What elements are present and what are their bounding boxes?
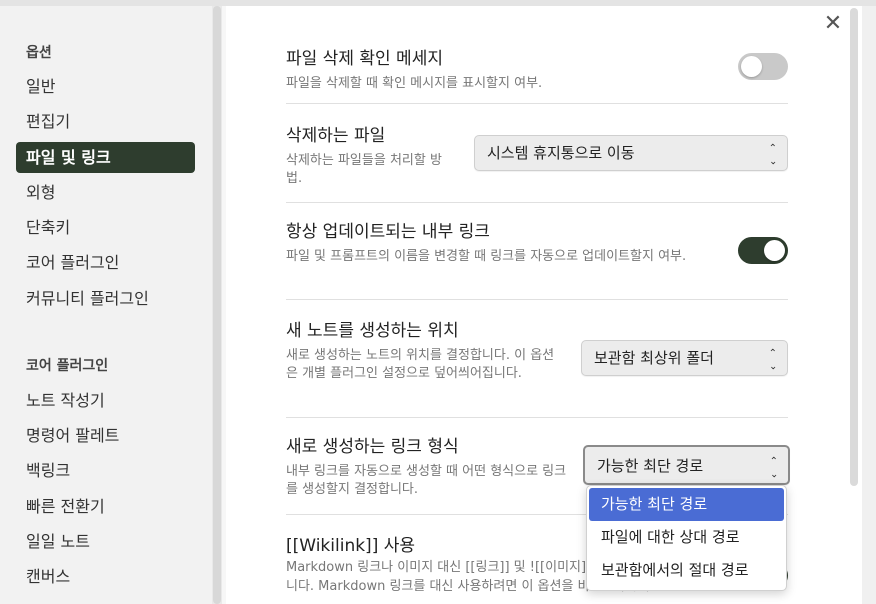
sidebar-item-command-palette[interactable]: 명령어 팔레트: [16, 420, 195, 451]
chevron-up-down-icon: ⌃ ⌃: [768, 143, 777, 165]
new-note-location-select[interactable]: 보관함 최상위 폴더 ⌃ ⌃: [581, 340, 788, 376]
new-link-format-select[interactable]: 가능한 최단 경로 ⌃ ⌃: [583, 445, 790, 485]
content-scrollbar[interactable]: [846, 6, 862, 604]
chevron-up-down-icon: ⌃ ⌃: [769, 456, 778, 478]
sidebar-item-note-composer[interactable]: 노트 작성기: [16, 385, 195, 416]
toggle-knob: [764, 240, 785, 261]
auto-update-links-toggle[interactable]: [738, 237, 788, 264]
sidebar-item-general[interactable]: 일반: [16, 71, 195, 102]
select-value: 가능한 최단 경로: [597, 457, 704, 475]
sidebar-item-editor[interactable]: 편집기: [16, 106, 195, 137]
deleted-files-select[interactable]: 시스템 휴지통으로 이동 ⌃ ⌃: [474, 135, 788, 171]
sidebar-item-canvas[interactable]: 캔버스: [16, 561, 195, 592]
setting-description: 내부 링크를 자동으로 생성할 때 어떤 형식으로 링크를 생성할지 결정합니다…: [286, 464, 567, 497]
divider: [286, 202, 788, 203]
chevron-up-down-icon: ⌃ ⌃: [768, 348, 777, 370]
setting-auto-update-links: 항상 업데이트되는 내부 링크 파일 및 프롬프트의 이름을 변경할 때 링크를…: [286, 217, 788, 266]
close-icon[interactable]: ✕: [820, 12, 846, 38]
sidebar-scrollbar[interactable]: [212, 6, 222, 604]
window-right-edge: [862, 6, 876, 604]
sidebar-item-core-plugins[interactable]: 코어 플러그인: [16, 247, 195, 278]
divider: [286, 417, 788, 418]
setting-confirm-delete: 파일 삭제 확인 메세지 파일을 삭제할 때 확인 메시지를 표시할지 여부.: [286, 44, 788, 93]
divider: [286, 103, 788, 104]
setting-description: 파일을 삭제할 때 확인 메시지를 표시할지 여부.: [286, 76, 543, 91]
setting-description: 삭제하는 파일들을 처리할 방법.: [286, 153, 442, 186]
settings-window: 옵션 일반 편집기 파일 및 링크 외형 단축키 코어 플러그인 커뮤니티 플러…: [0, 0, 876, 604]
sidebar-item-daily-notes[interactable]: 일일 노트: [16, 526, 195, 557]
divider: [286, 299, 788, 300]
setting-title: 항상 업데이트되는 내부 링크: [286, 222, 490, 242]
setting-description: 파일 및 프롬프트의 이름을 변경할 때 링크를 자동으로 업데이트할지 여부.: [286, 249, 687, 264]
sidebar-item-hotkeys[interactable]: 단축키: [16, 212, 195, 243]
sidebar-item-appearance[interactable]: 외형: [16, 177, 195, 208]
setting-description: 새로 생성하는 노트의 위치를 결정합니다. 이 옵션은 개별 플러그인 설정으…: [286, 348, 555, 381]
setting-title: 파일 삭제 확인 메세지: [286, 49, 443, 69]
dropdown-option-shortest-path[interactable]: 가능한 최단 경로: [589, 488, 784, 521]
link-format-dropdown: 가능한 최단 경로 파일에 대한 상대 경로 보관함에서의 절대 경로: [586, 485, 787, 591]
toggle-knob: [741, 56, 762, 77]
content-scrollbar-thumb[interactable]: [850, 8, 858, 486]
select-value: 시스템 휴지통으로 이동: [487, 144, 635, 162]
dropdown-option-relative-path[interactable]: 파일에 대한 상대 경로: [589, 521, 784, 554]
select-value: 보관함 최상위 폴더: [594, 349, 714, 367]
sidebar-section-options: 옵션: [26, 45, 52, 61]
sidebar-item-community-plugins[interactable]: 커뮤니티 플러그인: [16, 283, 195, 314]
sidebar-item-files-and-links[interactable]: 파일 및 링크: [16, 142, 195, 173]
sidebar-section-core-plugins: 코어 플러그인: [26, 358, 109, 374]
sidebar-scrollbar-thumb[interactable]: [213, 6, 221, 604]
confirm-delete-toggle[interactable]: [738, 53, 788, 80]
sidebar-item-quick-switcher[interactable]: 빠른 전환기: [16, 491, 195, 522]
sidebar-item-backlinks[interactable]: 백링크: [16, 455, 195, 486]
dropdown-option-absolute-path[interactable]: 보관함에서의 절대 경로: [589, 554, 784, 587]
setting-title: 새 노트를 생성하는 위치: [286, 321, 459, 341]
